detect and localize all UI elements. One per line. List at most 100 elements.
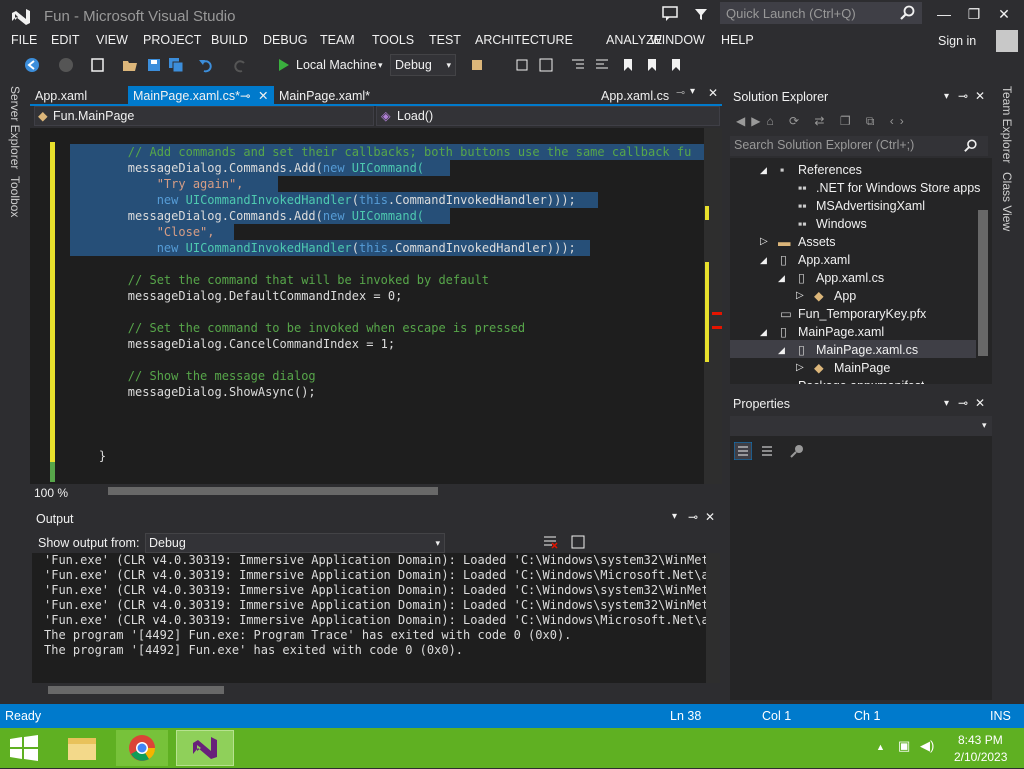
layout-icon[interactable]: [538, 57, 554, 73]
clear-all-icon[interactable]: [542, 534, 558, 550]
menu-file[interactable]: FILE: [11, 33, 37, 47]
word-wrap-icon[interactable]: [570, 534, 586, 550]
new-project-icon[interactable]: [90, 57, 106, 73]
sign-in-link[interactable]: Sign in: [938, 34, 976, 48]
open-file-icon[interactable]: [122, 57, 138, 73]
tree-item-app-xaml-cs[interactable]: App.xaml.cs: [816, 269, 884, 287]
tree-item-package-manifest[interactable]: Package.appxmanifest: [798, 377, 924, 384]
categorized-icon[interactable]: [734, 442, 752, 460]
tab-mainpage-xaml[interactable]: MainPage.xaml*: [274, 86, 394, 106]
solution-explorer-toolbar[interactable]: ◀▶⌂ ⟳ ⇄ ❐ ⧉ ‹›: [736, 114, 910, 129]
close-icon[interactable]: ✕: [705, 510, 715, 524]
filter-icon[interactable]: [694, 7, 708, 21]
menu-window[interactable]: WINDOW: [650, 33, 705, 47]
tab-overflow-icon[interactable]: ▾: [690, 86, 695, 97]
server-explorer-tab[interactable]: Server Explorer: [8, 86, 22, 169]
tree-item-windows[interactable]: Windows: [816, 215, 867, 233]
show-hidden-icons-icon[interactable]: ▲: [876, 742, 885, 752]
menu-build[interactable]: BUILD: [211, 33, 248, 47]
network-icon[interactable]: ▣: [898, 738, 910, 754]
outdent-icon[interactable]: [594, 57, 610, 73]
menu-architecture[interactable]: ARCHITECTURE: [475, 33, 573, 47]
indent-icon[interactable]: [570, 57, 586, 73]
expanded-arrow-icon[interactable]: ◢: [778, 341, 785, 359]
tree-item-msadvertising[interactable]: MSAdvertisingXaml: [816, 197, 925, 215]
tab-mainpage-xaml-cs[interactable]: MainPage.xaml.cs* ⊸ ✕: [128, 86, 274, 106]
tree-item-app-xaml[interactable]: App.xaml: [798, 251, 850, 269]
chrome-taskbar-button[interactable]: [116, 730, 168, 766]
search-icon[interactable]: [900, 5, 916, 21]
output-text[interactable]: 'Fun.exe' (CLR v4.0.30319: Immersive App…: [32, 553, 706, 683]
forward-icon[interactable]: [58, 57, 74, 73]
pin-icon[interactable]: ⊸: [958, 396, 968, 410]
menu-edit[interactable]: EDIT: [51, 33, 79, 47]
close-icon[interactable]: ✕: [708, 86, 718, 100]
class-view-tab[interactable]: Class View: [1000, 172, 1014, 231]
team-explorer-tab[interactable]: Team Explorer: [1000, 86, 1014, 163]
expanded-arrow-icon[interactable]: ◢: [760, 161, 767, 179]
pin-icon[interactable]: ⊸: [240, 86, 250, 106]
solution-scrollbar[interactable]: [978, 210, 988, 356]
find-in-files-icon[interactable]: [470, 57, 486, 73]
start-debugging-button[interactable]: Local Machine ▾: [274, 55, 386, 75]
restore-button[interactable]: ❐: [960, 4, 988, 24]
feedback-icon[interactable]: [662, 6, 678, 22]
menu-project[interactable]: PROJECT: [143, 33, 201, 47]
close-icon[interactable]: ✕: [975, 89, 985, 103]
zoom-level[interactable]: 100 %: [34, 486, 68, 500]
pin-icon[interactable]: ⊸: [958, 89, 968, 103]
editor-horizontal-scrollbar[interactable]: [108, 487, 438, 495]
collapsed-arrow-icon[interactable]: ▷: [760, 233, 768, 251]
output-horizontal-scrollbar[interactable]: [48, 686, 224, 694]
properties-object-select[interactable]: [730, 416, 992, 436]
type-dropdown[interactable]: ◆ Fun.MainPage: [34, 106, 374, 126]
expanded-arrow-icon[interactable]: ◢: [778, 269, 785, 287]
undo-icon[interactable]: [198, 57, 214, 73]
pin-icon[interactable]: ⊸: [676, 86, 685, 99]
clock-time[interactable]: 8:43 PM: [958, 733, 1003, 747]
member-dropdown[interactable]: ◈ Load(): [376, 106, 720, 126]
redo-icon[interactable]: [232, 57, 248, 73]
tree-item-mainpage-class[interactable]: MainPage: [834, 359, 890, 377]
chevron-down-icon[interactable]: ▾: [944, 91, 949, 102]
solution-search-input[interactable]: Search Solution Explorer (Ctrl+;): [730, 136, 988, 156]
expanded-arrow-icon[interactable]: ◢: [760, 251, 767, 269]
tree-item-assets[interactable]: Assets: [798, 233, 836, 251]
alphabetical-icon[interactable]: [758, 442, 776, 460]
menu-test[interactable]: TEST: [429, 33, 461, 47]
quick-launch-input[interactable]: Quick Launch (Ctrl+Q): [720, 2, 922, 24]
search-icon[interactable]: [964, 139, 978, 153]
tree-item-temporary-key[interactable]: Fun_TemporaryKey.pfx: [798, 305, 926, 323]
menu-debug[interactable]: DEBUG: [263, 33, 307, 47]
back-icon[interactable]: [24, 57, 40, 73]
property-pages-icon[interactable]: [788, 442, 806, 460]
clock-date[interactable]: 2/10/2023: [954, 750, 1007, 764]
close-tab-icon[interactable]: ✕: [258, 86, 268, 106]
tree-item-references[interactable]: References: [798, 161, 862, 179]
chevron-down-icon[interactable]: ▾: [944, 398, 949, 409]
save-icon[interactable]: [146, 57, 162, 73]
chevron-down-icon[interactable]: ▾: [982, 420, 987, 431]
chevron-down-icon[interactable]: ▾: [672, 511, 677, 522]
step-icon[interactable]: [514, 57, 530, 73]
tree-item-mainpage-xaml-cs[interactable]: MainPage.xaml.cs: [816, 341, 918, 359]
prev-bookmark-icon[interactable]: [644, 57, 660, 73]
toolbox-tab[interactable]: Toolbox: [8, 176, 22, 217]
tab-app-xaml[interactable]: App.xaml: [30, 86, 126, 106]
close-window-button[interactable]: ✕: [990, 4, 1018, 24]
collapsed-arrow-icon[interactable]: ▷: [796, 287, 804, 305]
menu-help[interactable]: HELP: [721, 33, 754, 47]
file-explorer-taskbar-button[interactable]: [56, 730, 108, 766]
tree-item-mainpage-xaml[interactable]: MainPage.xaml: [798, 323, 884, 341]
output-vertical-scrollbar[interactable]: [706, 553, 720, 683]
output-source-select[interactable]: Debug ▾: [145, 533, 445, 553]
bookmark-icon[interactable]: [620, 57, 636, 73]
menu-team[interactable]: TEAM: [320, 33, 355, 47]
collapsed-arrow-icon[interactable]: ▷: [796, 359, 804, 377]
expanded-arrow-icon[interactable]: ◢: [760, 323, 767, 341]
visual-studio-taskbar-button[interactable]: [176, 730, 234, 766]
volume-icon[interactable]: ◀): [920, 738, 934, 754]
tree-item-net-store[interactable]: .NET for Windows Store apps: [816, 179, 980, 197]
menu-tools[interactable]: TOOLS: [372, 33, 414, 47]
menu-view[interactable]: VIEW: [96, 33, 128, 47]
